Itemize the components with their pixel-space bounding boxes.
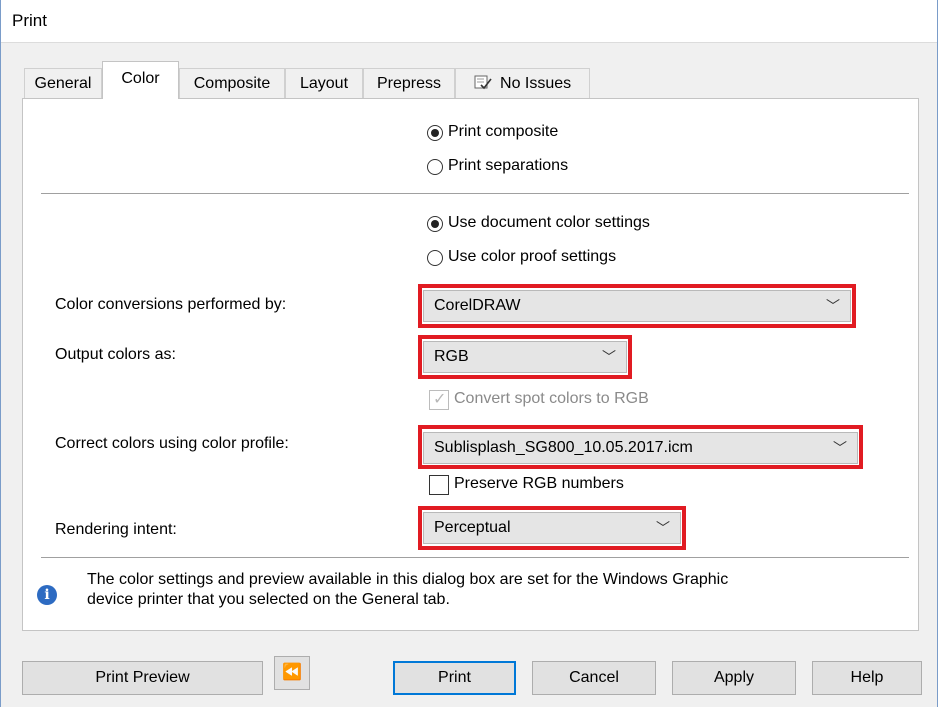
highlight-conversions: [418, 284, 856, 328]
convert-spot-checkbox[interactable]: ✓: [429, 390, 449, 410]
use-document-color-label[interactable]: Use document color settings: [448, 214, 650, 232]
preserve-rgb-label[interactable]: Preserve RGB numbers: [454, 475, 624, 493]
use-proof-color-radio[interactable]: [427, 250, 443, 266]
tab-general[interactable]: General: [24, 68, 102, 98]
cancel-button[interactable]: Cancel: [532, 661, 656, 695]
issues-check-icon: [474, 75, 496, 92]
tab-general-label: General: [34, 75, 92, 92]
tab-no-issues[interactable]: No Issues: [455, 68, 590, 98]
apply-button[interactable]: Apply: [672, 661, 796, 695]
highlight-output: [418, 335, 632, 379]
tab-layout[interactable]: Layout: [285, 68, 363, 98]
preserve-rgb-checkbox[interactable]: [429, 475, 449, 495]
apply-label: Apply: [713, 669, 755, 686]
info-icon: i: [37, 585, 57, 605]
double-left-arrow-icon: ⏪: [282, 664, 302, 681]
tab-color[interactable]: Color: [102, 61, 179, 99]
window-border-left: [0, 0, 1, 707]
tab-prepress-label: Prepress: [376, 75, 442, 92]
cancel-label: Cancel: [569, 669, 619, 686]
tab-no-issues-label: No Issues: [500, 75, 572, 92]
info-text-line1: The color settings and preview available…: [87, 571, 729, 588]
print-preview-label: Print Preview: [95, 669, 190, 686]
info-text-line2: device printer that you selected on the …: [87, 591, 450, 608]
highlight-rendering: [418, 506, 686, 550]
print-label: Print: [438, 669, 471, 686]
checkmark-icon: ✓: [433, 391, 447, 408]
rendering-intent-label: Rendering intent:: [55, 521, 177, 538]
print-separations-label[interactable]: Print separations: [448, 157, 568, 175]
collapse-preview-button[interactable]: ⏪: [274, 656, 310, 690]
profile-label: Correct colors using color profile:: [55, 435, 289, 452]
window-title: Print: [12, 11, 47, 30]
print-composite-radio[interactable]: [427, 125, 443, 141]
tab-layout-label: Layout: [299, 75, 349, 92]
tab-composite-label: Composite: [193, 75, 271, 92]
color-tab-panel: Print composite Print separations Use do…: [22, 98, 919, 631]
print-preview-button[interactable]: Print Preview: [22, 661, 263, 695]
help-button[interactable]: Help: [812, 661, 922, 695]
print-button[interactable]: Print: [393, 661, 516, 695]
tab-prepress[interactable]: Prepress: [363, 68, 455, 98]
output-colors-label: Output colors as:: [55, 346, 176, 363]
separator-bottom: [41, 557, 909, 558]
convert-spot-label: Convert spot colors to RGB: [454, 390, 649, 407]
title-bar[interactable]: Print: [1, 0, 937, 43]
help-label: Help: [850, 669, 884, 686]
use-proof-color-label[interactable]: Use color proof settings: [448, 248, 616, 266]
tab-color-label: Color: [121, 70, 160, 87]
print-composite-label[interactable]: Print composite: [448, 123, 558, 141]
use-document-color-radio[interactable]: [427, 216, 443, 232]
print-separations-radio[interactable]: [427, 159, 443, 175]
tab-composite[interactable]: Composite: [179, 68, 285, 98]
conversions-label: Color conversions performed by:: [55, 296, 287, 313]
separator-top: [41, 193, 909, 194]
highlight-profile: [418, 425, 863, 469]
